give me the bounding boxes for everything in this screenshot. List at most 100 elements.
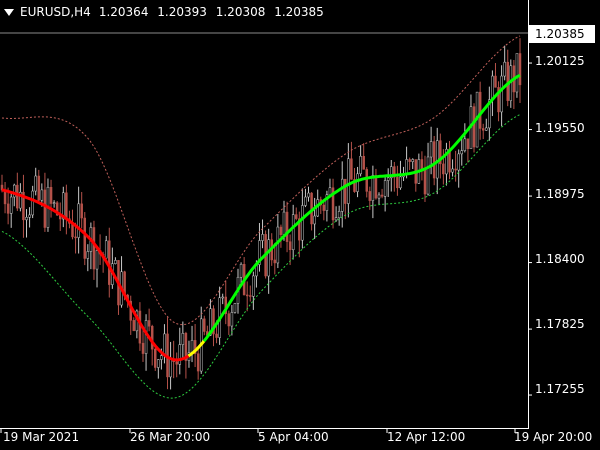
candle-body bbox=[233, 303, 237, 313]
candle-body bbox=[169, 358, 172, 378]
candle-body bbox=[288, 241, 292, 250]
candle-body bbox=[399, 176, 402, 189]
moving-average-up-segment bbox=[202, 73, 521, 343]
candle-body bbox=[491, 75, 494, 100]
candle-body bbox=[273, 259, 277, 264]
candle-body bbox=[261, 234, 264, 241]
candle-body bbox=[267, 239, 270, 277]
candle-body bbox=[359, 156, 362, 175]
candle-body bbox=[43, 189, 47, 228]
candle-body bbox=[485, 127, 488, 131]
candle-body bbox=[383, 180, 387, 197]
candle-body bbox=[294, 214, 298, 219]
candle-body bbox=[432, 141, 436, 179]
candle-body bbox=[423, 170, 427, 195]
candle-body bbox=[150, 325, 154, 350]
candle-body bbox=[227, 313, 231, 327]
y-axis-label: 1.17255 bbox=[535, 382, 585, 396]
candle-body bbox=[337, 211, 341, 218]
candle-body bbox=[518, 53, 522, 86]
candle-body bbox=[515, 53, 519, 93]
candle-body bbox=[356, 173, 359, 192]
candle-body bbox=[132, 320, 136, 332]
candle-body bbox=[291, 214, 295, 250]
ohlc-values: 1.20364 1.20393 1.20308 1.20385 bbox=[99, 5, 329, 19]
candle-body bbox=[301, 205, 304, 241]
candle-body bbox=[49, 186, 53, 204]
y-axis-label: 1.18975 bbox=[535, 187, 585, 201]
candle-body bbox=[374, 175, 378, 199]
candle-body bbox=[478, 91, 482, 129]
candle-body bbox=[466, 138, 470, 149]
candle-body bbox=[276, 226, 280, 264]
candle-body bbox=[500, 75, 503, 113]
candle-body bbox=[92, 227, 96, 270]
candle-body bbox=[362, 156, 365, 170]
candle-body bbox=[144, 320, 148, 354]
candle-body bbox=[328, 187, 332, 196]
candle-body bbox=[307, 192, 310, 198]
candle-body bbox=[52, 202, 56, 204]
candle-body bbox=[279, 226, 283, 235]
candle-body bbox=[245, 294, 249, 297]
candle-body bbox=[408, 159, 411, 162]
candle-body bbox=[313, 215, 316, 225]
x-axis-label: 5 Apr 04:00 bbox=[258, 430, 329, 444]
candle-body bbox=[463, 138, 467, 151]
x-axis-label: 19 Mar 2021 bbox=[3, 430, 80, 444]
candle-body bbox=[37, 175, 41, 201]
candle-body bbox=[95, 250, 99, 270]
chart-title-bar: EURUSD,H4 1.20364 1.20393 1.20308 1.2038… bbox=[4, 3, 329, 21]
x-axis-label: 26 Mar 20:00 bbox=[130, 430, 211, 444]
candle-body bbox=[442, 163, 445, 175]
candle-body bbox=[472, 106, 476, 148]
candle-body bbox=[371, 175, 375, 201]
candle-body bbox=[282, 211, 286, 235]
candle-body bbox=[181, 333, 185, 345]
candle-body bbox=[435, 140, 439, 179]
candle-body bbox=[80, 203, 83, 219]
y-axis-label: 1.17825 bbox=[535, 317, 585, 331]
candle-body bbox=[141, 342, 145, 354]
price-chart[interactable] bbox=[0, 0, 600, 450]
candle-body bbox=[451, 168, 454, 173]
open-value: 1.20364 bbox=[98, 5, 149, 19]
high-value: 1.20393 bbox=[157, 5, 207, 19]
candlestick-series bbox=[0, 38, 522, 390]
candle-body bbox=[16, 184, 19, 209]
candle-body bbox=[386, 177, 390, 181]
candle-body bbox=[454, 168, 457, 171]
candle-body bbox=[104, 240, 108, 259]
candle-body bbox=[350, 158, 353, 180]
symbol-timeframe: EURUSD,H4 bbox=[20, 5, 91, 19]
triangle-down-icon[interactable] bbox=[4, 9, 14, 16]
candle-body bbox=[503, 61, 506, 77]
candle-body bbox=[138, 310, 142, 344]
candle-body bbox=[196, 353, 200, 372]
candle-body bbox=[28, 214, 31, 218]
candle-body bbox=[65, 192, 68, 220]
candle-body bbox=[481, 128, 485, 131]
current-price-label: 1.20385 bbox=[529, 25, 595, 43]
candle-body bbox=[6, 203, 10, 214]
candle-body bbox=[154, 348, 157, 368]
x-axis-label: 19 Apr 20:00 bbox=[514, 430, 593, 444]
candle-body bbox=[249, 295, 252, 297]
candle-body bbox=[230, 312, 234, 327]
candle-body bbox=[494, 75, 497, 88]
candle-body bbox=[83, 217, 87, 259]
candle-body bbox=[25, 217, 28, 221]
candle-body bbox=[429, 141, 433, 158]
candle-body bbox=[396, 176, 399, 189]
candle-body bbox=[252, 275, 255, 297]
candle-body bbox=[157, 359, 160, 368]
y-axis-label: 1.20125 bbox=[535, 54, 585, 68]
candle-body bbox=[86, 251, 90, 259]
candle-body bbox=[9, 196, 13, 214]
candle-body bbox=[147, 320, 151, 327]
candle-body bbox=[74, 236, 77, 239]
candle-body bbox=[239, 264, 243, 278]
candle-body bbox=[13, 184, 16, 198]
candle-body bbox=[40, 189, 44, 201]
candle-body bbox=[411, 159, 414, 162]
